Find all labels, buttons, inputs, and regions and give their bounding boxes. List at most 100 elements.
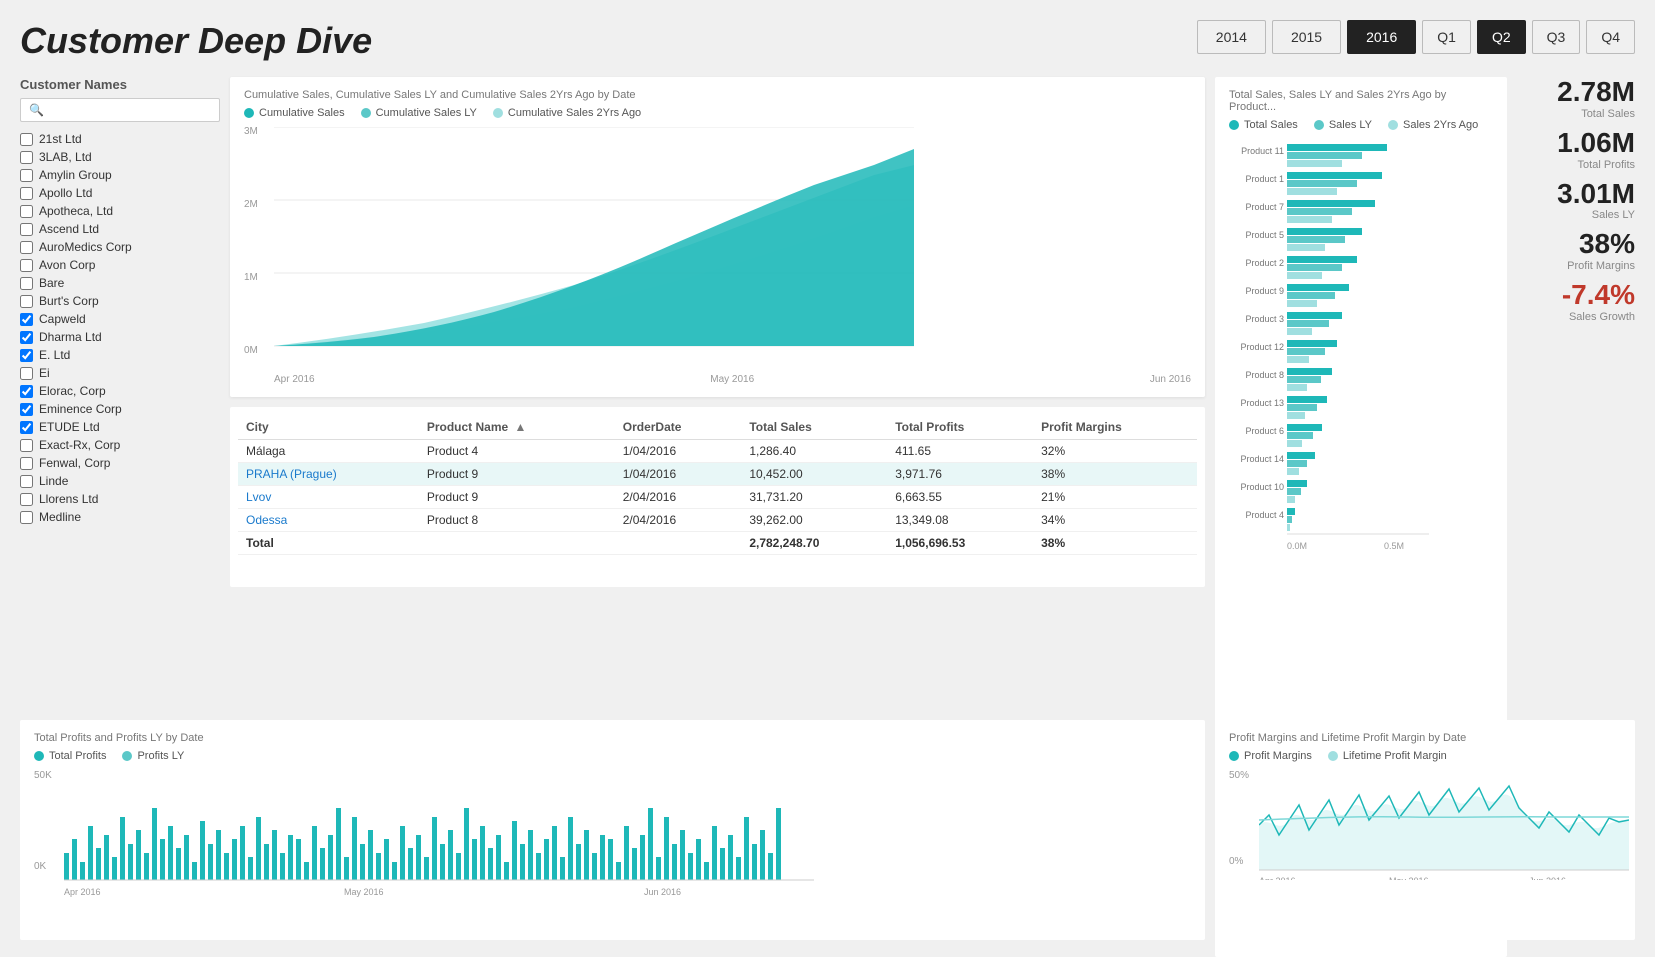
kpi-sales-growth-label: Sales Growth — [1515, 311, 1635, 323]
profit-bars-svg: placeholder Apr 2016 May 2016 Jun 2016 — [64, 780, 814, 890]
col-total-sales[interactable]: Total Sales — [741, 415, 887, 440]
kpi-total-profits: 1.06M Total Profits — [1515, 128, 1635, 171]
customer-checkbox[interactable] — [20, 241, 33, 254]
kpi-sales-ly-label: Sales LY — [1515, 209, 1635, 221]
legend-total-profits: Total Profits — [34, 750, 106, 762]
customer-checkbox[interactable] — [20, 295, 33, 308]
q4-button[interactable]: Q4 — [1586, 20, 1635, 54]
q2-button[interactable]: Q2 — [1477, 20, 1526, 54]
list-item: 3LAB, Ltd — [20, 148, 220, 166]
customer-checkbox[interactable] — [20, 169, 33, 182]
customer-checkbox[interactable] — [20, 421, 33, 434]
filter-bar: 2014 2015 2016 Q1 Q2 Q3 Q4 — [1197, 20, 1635, 54]
customer-checkbox[interactable] — [20, 385, 33, 398]
svg-text:Jun 2016: Jun 2016 — [1529, 876, 1566, 880]
year-2015-button[interactable]: 2015 — [1272, 20, 1341, 54]
kpi-profit-margins-value: 38% — [1515, 229, 1635, 260]
legend-profits-ly: Profits LY — [122, 750, 184, 762]
customer-checkbox[interactable] — [20, 457, 33, 470]
customer-checkbox[interactable] — [20, 151, 33, 164]
y-label-0pct: 0% — [1229, 856, 1243, 867]
kpi-sales-growth: -7.4% Sales Growth — [1515, 280, 1635, 323]
sidebar-title: Customer Names — [20, 77, 220, 92]
customer-checkbox[interactable] — [20, 277, 33, 290]
svg-text:Product 12: Product 12 — [1240, 342, 1284, 352]
list-item: Amylin Group — [20, 166, 220, 184]
customer-checkbox[interactable] — [20, 403, 33, 416]
svg-text:Product 9: Product 9 — [1245, 286, 1284, 296]
svg-text:Product 1: Product 1 — [1245, 174, 1284, 184]
customer-checkbox[interactable] — [20, 223, 33, 236]
customer-checkbox[interactable] — [20, 205, 33, 218]
table-row: Málaga Product 4 1/04/2016 1,286.40 411.… — [238, 440, 1197, 463]
year-2016-button[interactable]: 2016 — [1347, 20, 1416, 54]
list-item: Ascend Ltd — [20, 220, 220, 238]
legend-profit-margins: Profit Margins — [1229, 750, 1312, 762]
sort-arrow: ▲ — [515, 420, 527, 434]
svg-text:May 2016: May 2016 — [1389, 876, 1429, 880]
list-item: Fenwal, Corp — [20, 454, 220, 472]
year-2014-button[interactable]: 2014 — [1197, 20, 1266, 54]
legend-dot — [1314, 120, 1324, 130]
data-table: City Product Name ▲ OrderDate Total Sale… — [238, 415, 1197, 555]
legend-sales-ly: Sales LY — [1314, 119, 1372, 131]
list-item: Llorens Ltd — [20, 490, 220, 508]
col-product[interactable]: Product Name ▲ — [419, 415, 615, 440]
legend-dot — [1229, 120, 1239, 130]
customer-checkbox[interactable] — [20, 259, 33, 272]
list-item: Linde — [20, 472, 220, 490]
list-item: Eminence Corp — [20, 400, 220, 418]
list-item: Capweld — [20, 310, 220, 328]
lower-section: Total Profits and Profits LY by Date Tot… — [20, 720, 1635, 940]
list-item: Dharma Ltd — [20, 328, 220, 346]
svg-text:Product 13: Product 13 — [1240, 398, 1284, 408]
data-table-panel: City Product Name ▲ OrderDate Total Sale… — [230, 407, 1205, 587]
svg-text:Product 4: Product 4 — [1245, 510, 1284, 520]
q3-button[interactable]: Q3 — [1532, 20, 1581, 54]
list-item: Medline — [20, 508, 220, 526]
q1-button[interactable]: Q1 — [1422, 20, 1471, 54]
customer-search-input[interactable] — [20, 98, 220, 122]
horizontal-bar-chart: Product 11 Product 1 Product 7 — [1229, 139, 1489, 559]
customer-checkbox[interactable] — [20, 349, 33, 362]
legend-cumulative-sales-ly: Cumulative Sales LY — [361, 107, 477, 119]
table-row: Lvov Product 9 2/04/2016 31,731.20 6,663… — [238, 486, 1197, 509]
svg-text:Product 2: Product 2 — [1245, 258, 1284, 268]
col-city[interactable]: City — [238, 415, 419, 440]
svg-text:Product 11: Product 11 — [1241, 146, 1284, 156]
y-label-0k: 0K — [34, 861, 46, 872]
table-row: PRAHA (Prague) Product 9 1/04/2016 10,45… — [238, 463, 1197, 486]
col-orderdate[interactable]: OrderDate — [615, 415, 742, 440]
customer-checkbox[interactable] — [20, 187, 33, 200]
customer-checkbox[interactable] — [20, 475, 33, 488]
customer-checkbox[interactable] — [20, 367, 33, 380]
kpi-total-profits-label: Total Profits — [1515, 159, 1635, 171]
col-profit-margins[interactable]: Profit Margins — [1033, 415, 1197, 440]
profit-bar-panel: Total Profits and Profits LY by Date Tot… — [20, 720, 1205, 940]
list-item: Avon Corp — [20, 256, 220, 274]
y-label-1m: 1M — [244, 273, 258, 283]
y-label-50k: 50K — [34, 770, 52, 781]
kpi-sales-growth-value: -7.4% — [1515, 280, 1635, 311]
y-label-50pct: 50% — [1229, 770, 1249, 781]
svg-text:Product 6: Product 6 — [1245, 426, 1284, 436]
kpi-profit-margins: 38% Profit Margins — [1515, 229, 1635, 272]
kpi-sales-ly-value: 3.01M — [1515, 179, 1635, 210]
legend-dot — [34, 751, 44, 761]
customer-checkbox[interactable] — [20, 493, 33, 506]
customer-checkbox[interactable] — [20, 313, 33, 326]
customer-checkbox[interactable] — [20, 331, 33, 344]
kpi-total-sales-label: Total Sales — [1515, 108, 1635, 120]
profit-margin-legend: Profit Margins Lifetime Profit Margin — [1229, 750, 1621, 762]
col-total-profits[interactable]: Total Profits — [887, 415, 1033, 440]
customer-checkbox[interactable] — [20, 439, 33, 452]
list-item: AuroMedics Corp — [20, 238, 220, 256]
customer-checkbox[interactable] — [20, 133, 33, 146]
legend-dot — [493, 108, 503, 118]
bar-chart-title: Total Sales, Sales LY and Sales 2Yrs Ago… — [1229, 89, 1493, 113]
x-labels: Apr 2016 May 2016 Jun 2016 — [274, 374, 1191, 385]
list-item: Elorac, Corp — [20, 382, 220, 400]
customer-checkbox[interactable] — [20, 511, 33, 524]
legend-dot — [1328, 751, 1338, 761]
legend-cumulative-sales: Cumulative Sales — [244, 107, 345, 119]
